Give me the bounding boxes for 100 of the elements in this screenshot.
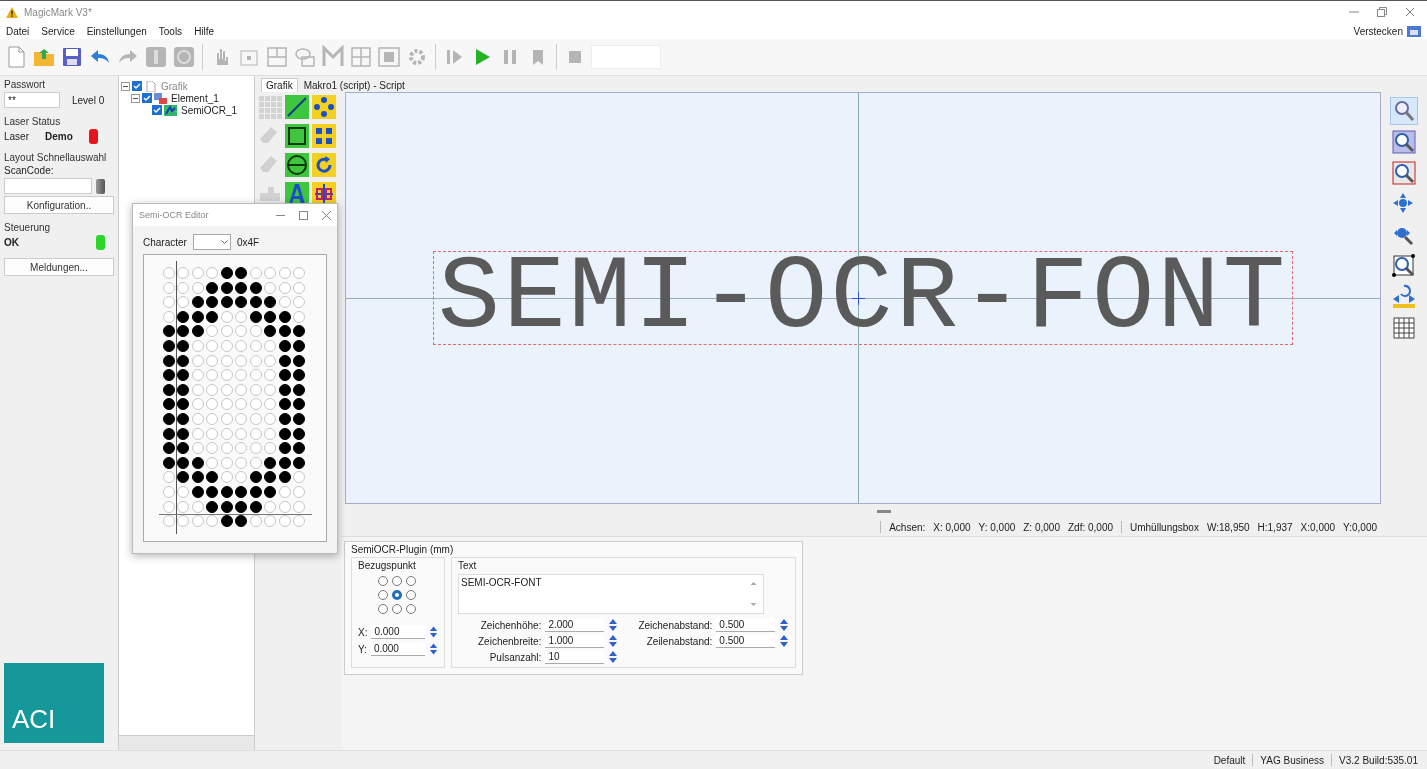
menu-item[interactable]: Service <box>41 25 75 37</box>
reference-radio[interactable] <box>378 604 388 614</box>
reference-radio[interactable] <box>392 604 402 614</box>
matrix-dot[interactable] <box>293 354 305 367</box>
matrix-dot[interactable] <box>177 383 189 396</box>
matrix-dot[interactable] <box>293 339 305 352</box>
menu-item[interactable]: Einstellungen <box>86 25 147 37</box>
x-field[interactable]: 0.000 <box>371 625 425 639</box>
matrix-dot[interactable] <box>191 456 204 469</box>
rotate-tool-icon[interactable] <box>311 152 337 178</box>
matrix-dot[interactable] <box>278 398 291 411</box>
matrix-dot[interactable] <box>235 281 247 294</box>
panel-icon[interactable] <box>1407 25 1421 37</box>
spin-button[interactable] <box>428 642 438 656</box>
reference-radio[interactable] <box>378 590 388 600</box>
matrix-dot[interactable] <box>177 427 189 440</box>
matrix-dot[interactable] <box>162 369 175 382</box>
matrix-dot[interactable] <box>220 267 233 279</box>
spin-button[interactable] <box>608 634 619 648</box>
menu-item[interactable]: Tools <box>158 25 183 37</box>
matrix-dot[interactable] <box>206 296 218 309</box>
messages-button[interactable]: Meldungen... <box>4 258 114 276</box>
reference-radio[interactable] <box>406 576 416 586</box>
tab[interactable]: Makro1 (script) - Script <box>299 79 409 92</box>
menu-item[interactable]: Datei <box>6 25 30 37</box>
reference-radio[interactable] <box>406 604 416 614</box>
matrix-dot[interactable] <box>293 325 305 338</box>
matrix-dot[interactable] <box>191 485 204 498</box>
checkbox[interactable] <box>142 93 152 103</box>
text-field[interactable]: SEMI-OCR-FONT <box>458 574 764 614</box>
matrix-dot[interactable] <box>264 310 276 323</box>
collapse-icon[interactable] <box>131 93 140 103</box>
matrix-dot[interactable] <box>293 427 305 440</box>
matrix-dot[interactable] <box>220 281 233 294</box>
matrix-dot[interactable] <box>177 398 189 411</box>
matrix-dot[interactable] <box>278 456 291 469</box>
matrix-dot[interactable] <box>162 339 175 352</box>
matrix-dot[interactable] <box>249 281 262 294</box>
zoom-all-icon[interactable] <box>1391 160 1417 186</box>
matrix-dot[interactable] <box>235 500 247 513</box>
spin-button[interactable] <box>608 650 619 664</box>
zoom-fit-icon[interactable] <box>1391 129 1417 155</box>
matrix-dot[interactable] <box>177 412 189 425</box>
matrix-dot[interactable] <box>177 471 189 484</box>
spin-button[interactable] <box>779 634 790 648</box>
matrix-dot[interactable] <box>264 296 276 309</box>
matrix-dot[interactable] <box>278 310 291 323</box>
dots-tool-icon[interactable] <box>311 94 337 120</box>
close-icon[interactable] <box>322 210 331 220</box>
character-dropdown[interactable] <box>192 234 231 250</box>
tab[interactable]: Grafik <box>261 78 298 92</box>
matrix-dot[interactable] <box>278 471 291 484</box>
matrix-dot[interactable] <box>293 442 305 455</box>
matrix-dot[interactable] <box>220 485 233 498</box>
matrix-dot[interactable] <box>206 485 218 498</box>
matrix-dot[interactable] <box>264 456 276 469</box>
splitter-handle[interactable] <box>877 509 891 513</box>
matrix-dot[interactable] <box>220 515 233 528</box>
matrix-dot[interactable] <box>264 471 276 484</box>
reference-radio[interactable] <box>392 590 402 600</box>
value-field[interactable]: 0.500 <box>716 634 776 648</box>
matrix-dot[interactable] <box>162 383 175 396</box>
matrix-dot[interactable] <box>177 456 189 469</box>
matrix-dot[interactable] <box>162 354 175 367</box>
matrix-dot[interactable] <box>191 310 204 323</box>
matrix-dot[interactable] <box>220 296 233 309</box>
matrix-dot[interactable] <box>206 281 218 294</box>
matrix-dot[interactable] <box>206 500 218 513</box>
matrix-dot[interactable] <box>278 325 291 338</box>
y-field[interactable]: 0.000 <box>370 642 425 656</box>
matrix-dot[interactable] <box>249 500 262 513</box>
matrix-dot[interactable] <box>177 325 189 338</box>
matrix-dot[interactable] <box>249 310 262 323</box>
matrix-dot[interactable] <box>191 325 204 338</box>
configuration-button[interactable]: Konfiguration.. <box>4 196 114 214</box>
matrix-dot[interactable] <box>293 369 305 382</box>
matrix-dot[interactable] <box>191 471 204 484</box>
rect-tool-icon[interactable] <box>284 123 310 149</box>
matrix-dot[interactable] <box>191 296 204 309</box>
matrix-dot[interactable] <box>278 339 291 352</box>
tree-item[interactable]: SemiOCR_1 <box>179 104 238 116</box>
value-field[interactable]: 0.500 <box>716 618 776 632</box>
matrix-dot[interactable] <box>162 456 175 469</box>
spin-button[interactable] <box>429 625 438 639</box>
checkbox[interactable] <box>132 81 142 91</box>
matrix-dot[interactable] <box>278 383 291 396</box>
reference-radio[interactable] <box>392 576 402 586</box>
reference-radio[interactable] <box>378 576 388 586</box>
scrollbar[interactable] <box>119 735 254 750</box>
matrix-dot[interactable] <box>177 442 189 455</box>
matrix-dot[interactable] <box>177 310 189 323</box>
matrix-dot[interactable] <box>249 485 262 498</box>
value-field[interactable]: 10 <box>545 650 605 664</box>
matrix-dot[interactable] <box>293 412 305 425</box>
matrix-dot[interactable] <box>177 339 189 352</box>
matrix-dot[interactable] <box>235 485 247 498</box>
dots4-tool-icon[interactable] <box>311 123 337 149</box>
checkbox[interactable] <box>152 105 162 115</box>
value-field[interactable]: 2.000 <box>545 618 605 632</box>
matrix-dot[interactable] <box>293 456 305 469</box>
